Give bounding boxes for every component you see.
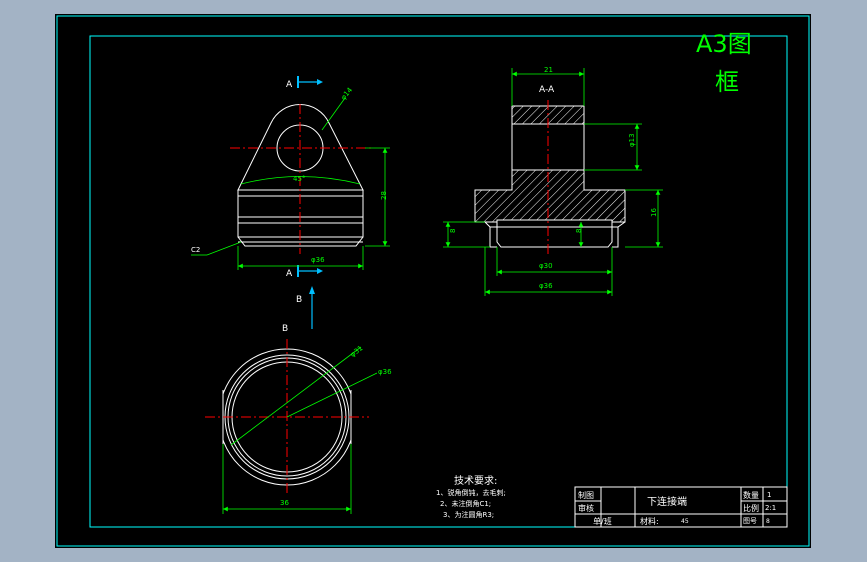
dim-bore: φ13 <box>628 133 636 147</box>
spigot-right-step <box>612 221 626 248</box>
spigot-left-step <box>484 221 497 248</box>
tb-unit-label: 单/班 <box>593 516 612 526</box>
tb-drawing-no-value: 8 <box>766 518 770 525</box>
dim-hole: φ14 <box>339 86 354 102</box>
flats-mask <box>205 344 223 494</box>
section-arrowhead-top <box>317 79 323 85</box>
inner-frame <box>89 35 788 528</box>
view-arrow-label: B <box>296 295 302 305</box>
notes-title: 技术要求: <box>454 474 497 487</box>
cad-viewport[interactable]: A3图 框 A A φ14 45° 28 φ36 C2 A-A 21 φ13 1… <box>55 14 811 548</box>
chamfer-leader <box>206 241 242 256</box>
front-view: A A φ14 45° 28 φ36 C2 <box>191 76 390 279</box>
dim-chamfer: C2 <box>191 246 200 254</box>
drawing-canvas: A3图 框 A A φ14 45° 28 φ36 C2 A-A 21 φ13 1… <box>56 15 810 547</box>
format-label-line1: A3图 <box>696 30 752 58</box>
dim-outer-dia: φ36 <box>539 282 553 290</box>
tb-scale-label: 比例 <box>743 503 759 513</box>
tb-quantity-label: 数量 <box>743 490 759 500</box>
dim-b-outer: φ36 <box>378 368 392 376</box>
dim-angle: 45° <box>293 175 305 183</box>
outer-border <box>56 15 810 547</box>
section-view: A-A 21 φ13 16 8 8 φ30 φ36 <box>443 66 663 296</box>
section-mark-top: A <box>286 80 293 90</box>
dim-inner-dia: φ30 <box>539 262 553 270</box>
section-mark-bottom: A <box>286 269 293 279</box>
tb-material-value: 45 <box>681 518 689 525</box>
tb-part-name: 下连接端 <box>647 495 687 508</box>
section-arrowhead-bottom <box>317 268 323 274</box>
tb-drawn-label: 制图 <box>578 490 594 500</box>
note-item-3: 3、为注圆角R3; <box>443 510 494 519</box>
view-b-arrowhead <box>309 286 315 294</box>
tb-quantity-value: 1 <box>767 491 771 499</box>
dim-width: φ36 <box>311 256 325 264</box>
dim-b-width: 36 <box>280 499 289 507</box>
tb-scale-value: 2:1 <box>765 504 776 512</box>
tb-material-label: 材料: <box>640 516 659 526</box>
dim-height: 28 <box>380 191 388 200</box>
flange-body <box>474 169 626 223</box>
spigot <box>496 222 613 248</box>
title-block: 制图 审核 单/班 下连接端 材料: 45 数量 1 比例 2:1 图号 8 <box>574 486 788 528</box>
format-label-line2: 框 <box>715 68 739 96</box>
tb-checked-label: 审核 <box>578 503 594 513</box>
tb-drawing-no-label: 图号 <box>743 517 757 525</box>
view-b-title: B <box>282 324 288 334</box>
dim-flange-height: 16 <box>650 208 658 217</box>
section-title: A-A <box>539 85 555 95</box>
technical-notes: 技术要求: 1、锐角倒钝，去毛刺; 2、未注倒角C1; 3、为注圆角R3; <box>436 474 506 519</box>
note-item-2: 2、未注倒角C1; <box>440 499 491 508</box>
flats-mask-r <box>351 344 369 494</box>
note-item-1: 1、锐角倒钝，去毛刺; <box>436 488 506 497</box>
dim-inner-step: 8 <box>575 229 583 233</box>
bottom-view: B B φ31 φ36 36 <box>205 286 392 514</box>
dim-left-step: 8 <box>449 229 457 233</box>
dim-hole-leader <box>321 97 346 131</box>
dim-b-inner-leader <box>230 346 362 446</box>
dim-top-width: 21 <box>544 66 553 74</box>
